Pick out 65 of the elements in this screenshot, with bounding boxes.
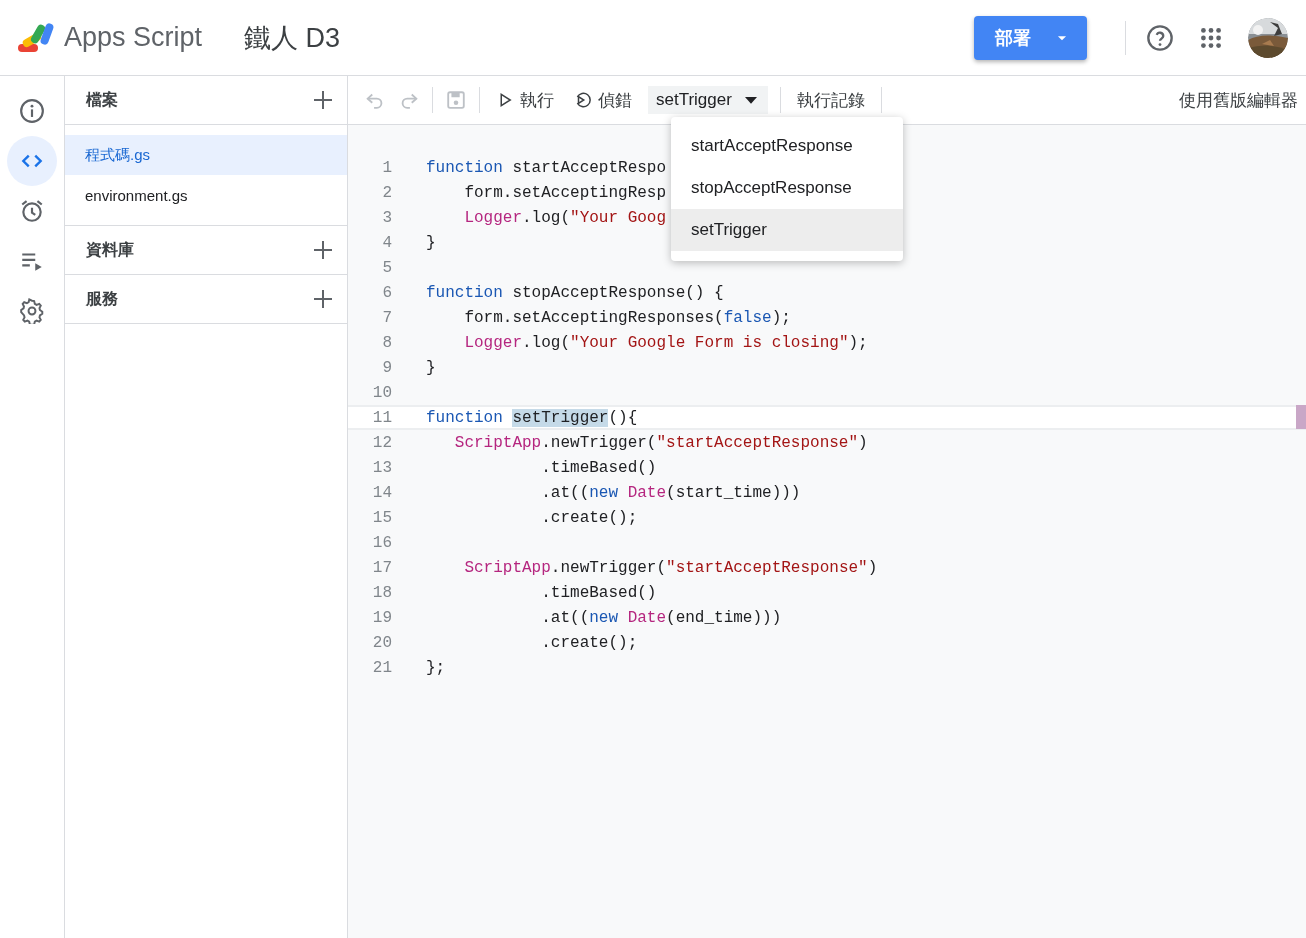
- debug-button[interactable]: 偵錯: [570, 84, 636, 116]
- alarm-clock-icon: [19, 198, 45, 224]
- legacy-editor-button[interactable]: 使用舊版編輯器: [1175, 84, 1302, 116]
- line-number: 15: [371, 508, 392, 527]
- project-title[interactable]: 鐵人 D3: [244, 19, 341, 56]
- code-line: }: [426, 233, 436, 252]
- section-title[interactable]: 檔案: [86, 89, 118, 111]
- execution-log-button[interactable]: 執行記錄: [792, 84, 869, 116]
- info-icon: [19, 98, 45, 124]
- code-line: .create();: [540, 633, 638, 652]
- file-item[interactable]: environment.gs: [65, 175, 347, 215]
- section-title[interactable]: 資料庫: [86, 239, 134, 261]
- function-selector[interactable]: setTrigger: [648, 86, 768, 114]
- line-number: 4: [381, 233, 392, 252]
- line-number: 19: [371, 608, 392, 627]
- code-line: Logger.log("Your Goog: [463, 208, 667, 227]
- code-line: .create();: [540, 508, 638, 527]
- line-number: 9: [381, 358, 392, 377]
- menu-item[interactable]: stopAcceptResponse: [671, 167, 903, 209]
- menu-item[interactable]: startAcceptResponse: [671, 125, 903, 167]
- rail-button[interactable]: [7, 136, 57, 186]
- code-line: };: [426, 658, 446, 677]
- line-number: 12: [371, 433, 392, 452]
- add-icon[interactable]: [311, 88, 335, 112]
- line-number: 2: [381, 183, 392, 202]
- code-line: .at((new Date(start_time))): [540, 483, 801, 502]
- code-line: Logger.log("Your Google Form is closing");: [463, 333, 868, 352]
- app-name: Apps Script: [64, 22, 203, 53]
- line-number: 6: [381, 283, 392, 302]
- scrollbar-marker: [1296, 405, 1306, 429]
- code-line: .at((new Date(end_time))): [540, 608, 782, 627]
- line-number: 8: [381, 333, 392, 352]
- code-line: form.setAcceptingResponses(false);: [463, 308, 791, 327]
- code-line: }: [426, 358, 436, 377]
- line-number: 1: [381, 158, 392, 177]
- code-line: ScriptApp.newTrigger("startAcceptResponse"): [463, 558, 878, 577]
- line-number: 3: [381, 208, 392, 227]
- add-icon[interactable]: [311, 238, 335, 262]
- line-number: 18: [371, 583, 392, 602]
- line-number: 20: [371, 633, 392, 652]
- line-number: 7: [381, 308, 392, 327]
- settings-icon: [19, 298, 45, 324]
- add-icon[interactable]: [311, 287, 335, 311]
- line-number: 13: [371, 458, 392, 477]
- menu-item[interactable]: setTrigger: [671, 209, 903, 251]
- code-line: function setTrigger(){: [426, 408, 638, 427]
- help-icon[interactable]: [1146, 23, 1174, 52]
- line-number: 11: [371, 408, 392, 427]
- code-line: function stopAcceptResponse() {: [426, 283, 724, 302]
- line-number: 16: [371, 533, 392, 552]
- line-number: 17: [371, 558, 392, 577]
- file-item[interactable]: 程式碼.gs: [65, 135, 347, 175]
- line-number: 10: [371, 383, 392, 402]
- deploy-button[interactable]: 部署: [974, 15, 1087, 60]
- line-number: 14: [371, 483, 392, 502]
- code-line: ScriptApp.newTrigger("startAcceptResponse"): [453, 433, 868, 452]
- run-button[interactable]: 執行: [492, 84, 558, 116]
- line-number: 21: [371, 658, 392, 677]
- code-line: .timeBased(): [540, 583, 657, 602]
- debug-icon: [574, 91, 592, 109]
- code-line: .timeBased(): [540, 458, 657, 477]
- section-title[interactable]: 服務: [86, 288, 118, 310]
- code-line: function startAcceptRespo: [426, 158, 667, 177]
- code-line: form.setAcceptingResp: [463, 183, 667, 202]
- line-number: 5: [381, 258, 392, 277]
